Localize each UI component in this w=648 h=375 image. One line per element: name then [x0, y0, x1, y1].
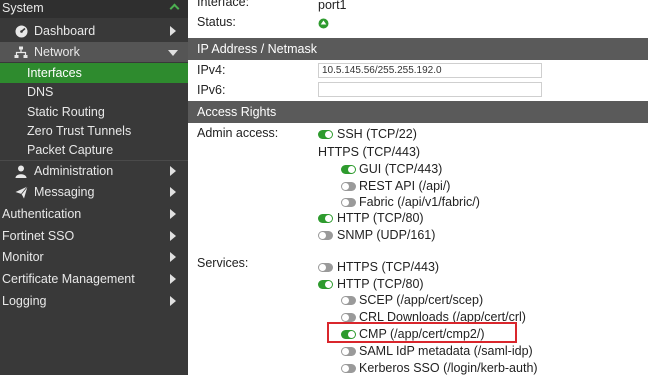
https-admin-label: HTTPS (TCP/443)	[318, 145, 421, 159]
sidebar-item-static-routing[interactable]: Static Routing	[0, 102, 188, 122]
sidebar-item-zero-trust-tunnels[interactable]: Zero Trust Tunnels	[0, 121, 188, 141]
sidebar-item-interfaces[interactable]: Interfaces	[0, 63, 188, 83]
snmp-label: SNMP (UDP/161)	[337, 228, 436, 242]
scep-toggle[interactable]	[341, 296, 356, 305]
chevron-right-icon	[170, 26, 176, 36]
sidebar: System Dashboard Network Interfaces DNS …	[0, 0, 188, 375]
http-admin-label: HTTP (TCP/80)	[337, 211, 424, 225]
sidebar-item-label: Monitor	[2, 250, 44, 264]
chevron-right-icon	[170, 274, 176, 284]
sidebar-item-dashboard[interactable]: Dashboard	[0, 21, 188, 41]
sidebar-item-network[interactable]: Network	[0, 42, 188, 62]
fabric-label: Fabric (/api/v1/fabric/)	[359, 195, 480, 209]
status-label: Status:	[197, 15, 236, 29]
rest-api-label: REST API (/api/)	[359, 179, 451, 193]
sidebar-item-label: Network	[34, 45, 80, 59]
scep-label: SCEP (/app/cert/scep)	[359, 293, 484, 307]
sidebar-item-certificate-management[interactable]: Certificate Management	[0, 269, 188, 289]
kerberos-toggle[interactable]	[341, 364, 356, 373]
sidebar-item-label: Logging	[2, 294, 47, 308]
user-icon	[14, 164, 28, 178]
sidebar-item-label: Zero Trust Tunnels	[27, 124, 132, 138]
snmp-toggle[interactable]	[318, 231, 333, 240]
sidebar-item-fortinet-sso[interactable]: Fortinet SSO	[0, 226, 188, 246]
ssh-toggle[interactable]	[318, 130, 333, 139]
sidebar-item-label: Static Routing	[27, 105, 105, 119]
saml-label: SAML IdP metadata (/saml-idp)	[359, 344, 533, 358]
sidebar-item-label: Certificate Management	[2, 272, 135, 286]
kerberos-label: Kerberos SSO (/login/kerb-auth)	[359, 361, 538, 375]
fabric-toggle[interactable]	[341, 198, 356, 207]
ipv6-field[interactable]	[318, 82, 542, 97]
crl-toggle[interactable]	[341, 313, 356, 322]
sidebar-item-label: Authentication	[2, 207, 82, 221]
chevron-right-icon	[170, 252, 176, 262]
ipv6-label: IPv6:	[197, 83, 226, 97]
sidebar-item-dns[interactable]: DNS	[0, 82, 188, 102]
network-icon	[14, 45, 28, 59]
chevron-down-icon	[168, 50, 178, 56]
sidebar-item-label: Messaging	[34, 185, 95, 199]
status-up-icon	[318, 18, 329, 32]
collapse-icon[interactable]	[169, 3, 180, 14]
chevron-right-icon	[170, 231, 176, 241]
services-label: Services:	[197, 256, 249, 270]
http-admin-toggle[interactable]	[318, 214, 333, 223]
admin-access-label: Admin access:	[197, 126, 279, 140]
rest-api-toggle[interactable]	[341, 182, 356, 191]
sidebar-item-monitor[interactable]: Monitor	[0, 247, 188, 267]
ssh-label: SSH (TCP/22)	[337, 127, 417, 141]
saml-toggle[interactable]	[341, 347, 356, 356]
sidebar-item-label: DNS	[27, 85, 54, 99]
http-service-label: HTTP (TCP/80)	[337, 277, 424, 291]
cmp-highlight-box	[327, 322, 517, 343]
sidebar-item-packet-capture[interactable]: Packet Capture	[0, 140, 188, 160]
gui-label: GUI (TCP/443)	[359, 162, 443, 176]
chevron-right-icon	[170, 166, 176, 176]
gui-toggle[interactable]	[341, 165, 356, 174]
sidebar-system-header[interactable]: System	[0, 0, 188, 18]
sidebar-item-messaging[interactable]: Messaging	[0, 182, 188, 202]
main-content: Interface: port1 Status: IP Address / Ne…	[188, 0, 648, 375]
section-ip-address: IP Address / Netmask	[188, 38, 648, 60]
ipv4-label: IPv4:	[197, 63, 226, 77]
chevron-right-icon	[170, 187, 176, 197]
chevron-right-icon	[170, 209, 176, 219]
https-service-label: HTTPS (TCP/443)	[337, 260, 440, 274]
http-service-toggle[interactable]	[318, 280, 333, 289]
ipv4-field[interactable]: 10.5.145.56/255.255.192.0	[318, 63, 542, 78]
sidebar-item-label: Interfaces	[27, 66, 82, 80]
sidebar-item-authentication[interactable]: Authentication	[0, 204, 188, 224]
sidebar-item-label: Packet Capture	[27, 143, 114, 157]
sidebar-item-label: Administration	[34, 164, 114, 178]
sidebar-item-label: Fortinet SSO	[2, 229, 75, 243]
interface-value: port1	[318, 0, 347, 12]
sidebar-system-label: System	[2, 1, 44, 15]
section-access-rights: Access Rights	[188, 101, 648, 123]
paper-plane-icon	[14, 185, 28, 199]
sidebar-item-administration[interactable]: Administration	[0, 161, 188, 181]
sidebar-item-label: Dashboard	[34, 24, 96, 38]
chevron-right-icon	[170, 296, 176, 306]
dashboard-icon	[14, 24, 28, 38]
sidebar-item-logging[interactable]: Logging	[0, 291, 188, 311]
https-service-toggle[interactable]	[318, 263, 333, 272]
interface-label: Interface:	[197, 0, 250, 9]
